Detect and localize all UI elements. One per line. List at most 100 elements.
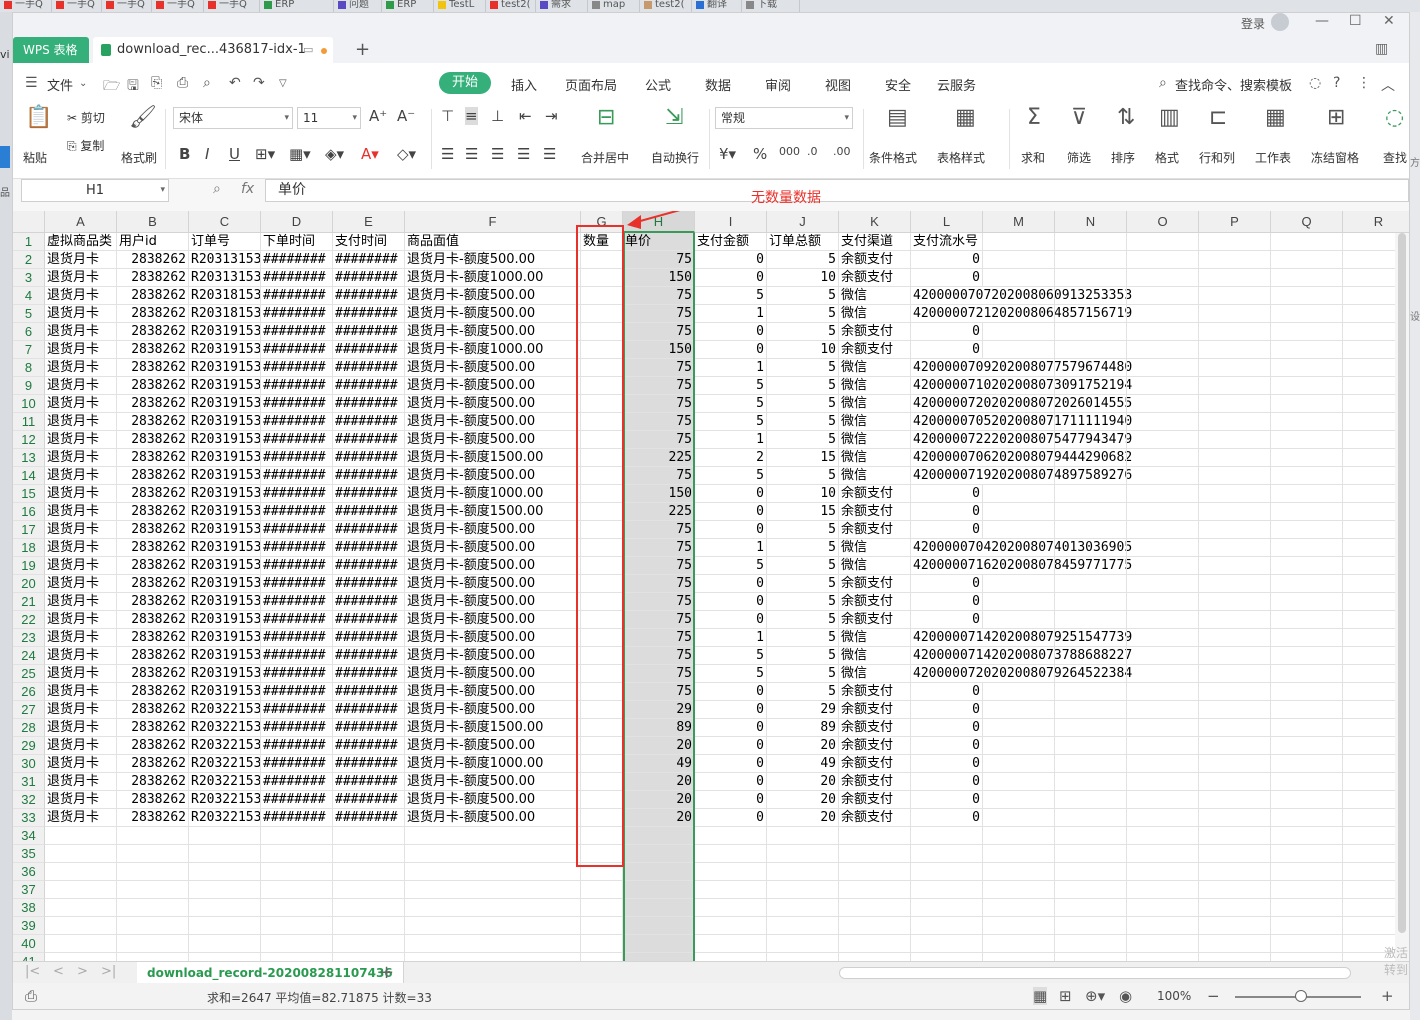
align-right-icon[interactable]: ☰ [491, 145, 504, 163]
table-cell[interactable]: 4200000721202008064857156719 [911, 305, 1132, 323]
table-cell[interactable]: 75 [623, 539, 695, 557]
table-cell[interactable]: 89 [623, 719, 695, 737]
table-cell[interactable] [1271, 539, 1343, 557]
table-cell[interactable]: 退货月卡-额度500.00 [405, 251, 581, 269]
table-cell[interactable] [45, 953, 117, 961]
table-cell[interactable] [581, 773, 623, 791]
table-cell[interactable] [1055, 899, 1127, 917]
next-sheet-icon[interactable]: > [77, 964, 88, 979]
row-header[interactable]: 30 [13, 755, 45, 773]
table-cell[interactable] [1055, 737, 1127, 755]
table-cell[interactable]: 0 [911, 503, 983, 521]
table-cell[interactable] [767, 845, 839, 863]
table-cell[interactable]: 余额支付 [839, 755, 911, 773]
table-cell[interactable] [1127, 413, 1199, 431]
table-cell[interactable] [1055, 557, 1127, 575]
table-cell[interactable] [189, 827, 261, 845]
table-cell[interactable] [1271, 467, 1343, 485]
column-header[interactable]: L [911, 211, 983, 233]
table-cell[interactable]: 0 [911, 485, 983, 503]
table-cell[interactable]: ######## [333, 611, 405, 629]
table-cell[interactable] [1199, 251, 1271, 269]
table-cell[interactable] [333, 863, 405, 881]
table-cell[interactable] [1127, 575, 1199, 593]
table-cell[interactable]: 余额支付 [839, 701, 911, 719]
table-cell[interactable]: ######## [261, 791, 333, 809]
table-cell[interactable] [117, 845, 189, 863]
clear-icon[interactable]: ◇▾ [397, 145, 416, 163]
table-cell[interactable] [189, 953, 261, 961]
sort-icon[interactable]: ⇅ [1117, 105, 1135, 130]
table-cell[interactable]: 0 [911, 791, 983, 809]
first-sheet-icon[interactable]: |< [25, 964, 40, 979]
table-cell[interactable] [405, 899, 581, 917]
table-cell[interactable] [1271, 413, 1343, 431]
merge-center-icon[interactable]: ⊟ [597, 105, 615, 130]
table-cell[interactable]: 10 [767, 485, 839, 503]
table-cell[interactable] [983, 575, 1055, 593]
table-cell[interactable] [581, 305, 623, 323]
table-cell[interactable] [581, 377, 623, 395]
table-cell[interactable]: 225 [623, 503, 695, 521]
table-cell[interactable] [581, 557, 623, 575]
table-cell[interactable]: 2838262 [117, 413, 189, 431]
table-cell[interactable] [839, 845, 911, 863]
table-cell[interactable] [983, 917, 1055, 935]
table-style-icon[interactable]: ▦ [955, 105, 976, 130]
thousands-icon[interactable]: 000 [779, 145, 800, 158]
wrap-text-button[interactable]: 自动换行 [651, 149, 699, 166]
table-cell[interactable]: 20 [767, 737, 839, 755]
table-cell[interactable]: R20322153 [189, 719, 261, 737]
table-cell[interactable]: 5 [767, 647, 839, 665]
table-cell[interactable] [983, 827, 1055, 845]
table-cell[interactable] [581, 755, 623, 773]
filter-icon[interactable]: ⊽ [1071, 105, 1087, 130]
column-header[interactable]: E [333, 211, 405, 233]
table-cell[interactable] [1127, 593, 1199, 611]
row-header[interactable]: 23 [13, 629, 45, 647]
table-cell[interactable] [911, 827, 983, 845]
table-cell[interactable] [1271, 665, 1343, 683]
table-cell[interactable] [405, 917, 581, 935]
align-middle-icon[interactable]: ≡ [465, 107, 478, 125]
table-cell[interactable] [45, 899, 117, 917]
table-cell[interactable] [1055, 755, 1127, 773]
table-cell[interactable] [1199, 521, 1271, 539]
table-cell[interactable]: R20313153 [189, 251, 261, 269]
table-cell[interactable]: 2838262 [117, 287, 189, 305]
spreadsheet-grid[interactable]: ABCDEFGHIJKLMNOPQR 1 2 3 4 5 6 7 8 9 10 11 12 13 14 15… [13, 211, 1409, 961]
table-cell[interactable] [117, 899, 189, 917]
table-cell[interactable] [1271, 485, 1343, 503]
table-cell[interactable]: 微信 [839, 467, 911, 485]
table-cell[interactable] [1271, 395, 1343, 413]
table-cell[interactable] [1199, 539, 1271, 557]
table-cell[interactable] [911, 881, 983, 899]
cell-style-icon[interactable]: ▦▾ [289, 145, 311, 163]
eye-protection-icon[interactable]: ◉ [1119, 987, 1132, 1005]
table-cell[interactable]: ######## [333, 287, 405, 305]
table-cell[interactable]: 2838262 [117, 755, 189, 773]
table-cell[interactable] [983, 287, 1055, 305]
table-cell[interactable] [1199, 629, 1271, 647]
table-cell[interactable]: 2838262 [117, 539, 189, 557]
table-cell[interactable]: ######## [333, 359, 405, 377]
table-cell[interactable] [983, 359, 1055, 377]
table-cell[interactable] [1127, 449, 1199, 467]
table-cell[interactable] [1199, 593, 1271, 611]
row-header[interactable]: 32 [13, 791, 45, 809]
indent-decrease-icon[interactable]: ⇤ [519, 107, 532, 125]
table-cell[interactable] [623, 863, 695, 881]
row-header[interactable]: 16 [13, 503, 45, 521]
table-cell[interactable] [983, 485, 1055, 503]
table-cell[interactable] [1199, 575, 1271, 593]
table-cell[interactable]: ######## [261, 719, 333, 737]
table-cell[interactable]: R20319153 [189, 377, 261, 395]
table-cell[interactable]: ######## [333, 377, 405, 395]
table-cell[interactable]: 退货月卡 [45, 593, 117, 611]
table-cell[interactable]: ######## [261, 521, 333, 539]
table-cell[interactable]: 2838262 [117, 557, 189, 575]
zoom-level[interactable]: 100% [1157, 989, 1191, 1003]
table-cell[interactable]: R20318153 [189, 287, 261, 305]
table-cell[interactable]: 退货月卡-额度500.00 [405, 395, 581, 413]
add-sheet-button[interactable]: + [379, 962, 394, 983]
